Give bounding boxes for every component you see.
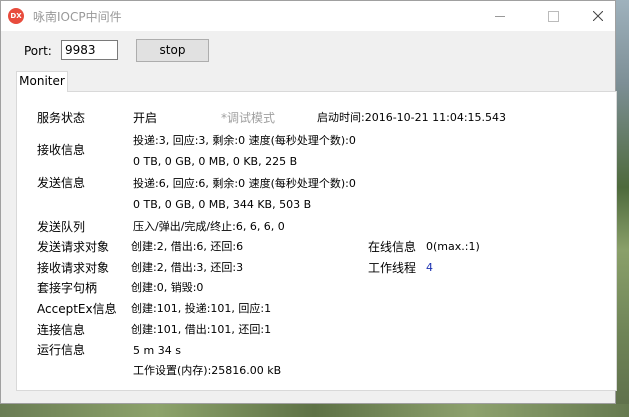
maximize-icon: [548, 11, 559, 22]
minimize-button[interactable]: [477, 1, 523, 31]
service-status-label: 服务状态: [37, 111, 86, 125]
run-info-value: 5 m 34 s: [133, 344, 181, 357]
desktop-background-bottom: [0, 404, 629, 417]
debug-mode-label: *调试模式: [221, 111, 276, 125]
service-status-value: 开启: [133, 111, 158, 125]
app-logo-icon: DX: [8, 8, 24, 24]
port-input[interactable]: [61, 40, 118, 60]
window-title: 咏南IOCP中间件: [33, 10, 122, 24]
online-value: 0(max.:1): [426, 240, 480, 253]
close-button[interactable]: [575, 1, 621, 31]
title-bar[interactable]: DX 咏南IOCP中间件: [1, 1, 615, 31]
send-req-value: 创建:2, 借出:6, 还回:6: [131, 240, 244, 253]
socket-handle-value: 创建:0, 销毁:0: [131, 281, 204, 294]
maximize-button[interactable]: [531, 1, 577, 31]
online-label: 在线信息: [368, 240, 417, 254]
app-window: DX 咏南IOCP中间件 Port: stop Moniter 服务状态 开启 …: [0, 0, 617, 404]
send-info-line2: 0 TB, 0 GB, 0 MB, 344 KB, 503 B: [133, 198, 312, 211]
recv-req-value: 创建:2, 借出:3, 还回:3: [131, 261, 244, 274]
monitor-panel: 服务状态 开启 *调试模式 启动时间:2016-10-21 11:04:15.5…: [16, 91, 617, 391]
acceptex-value: 创建:101, 投递:101, 回应:1: [131, 302, 272, 315]
start-time: 启动时间:2016-10-21 11:04:15.543: [317, 111, 507, 124]
recv-info-line2: 0 TB, 0 GB, 0 MB, 0 KB, 225 B: [133, 155, 298, 168]
minimize-icon: [495, 16, 505, 17]
close-icon: [593, 11, 603, 21]
tab-moniter[interactable]: Moniter: [16, 71, 68, 92]
send-queue-label: 发送队列: [37, 220, 86, 234]
recv-info-line1: 投递:3, 回应:3, 剩余:0 速度(每秒处理个数):0: [133, 134, 356, 147]
run-info-label: 运行信息: [37, 343, 86, 357]
conn-info-label: 连接信息: [37, 323, 86, 337]
socket-handle-label: 套接字句柄: [37, 281, 98, 295]
stop-button[interactable]: stop: [136, 39, 209, 62]
worker-thread-label: 工作线程: [368, 261, 417, 275]
send-queue-value: 压入/弹出/完成/终止:6, 6, 6, 0: [133, 220, 285, 233]
send-info-label: 发送信息: [37, 176, 86, 190]
recv-req-label: 接收请求对象: [37, 261, 110, 275]
workset-memory-value: 工作设置(内存):25816.00 kB: [133, 364, 282, 377]
port-label: Port:: [24, 44, 52, 58]
acceptex-label: AcceptEx信息: [37, 302, 117, 316]
conn-info-value: 创建:101, 借出:101, 还回:1: [131, 323, 272, 336]
send-req-label: 发送请求对象: [37, 240, 110, 254]
worker-thread-value: 4: [426, 261, 433, 274]
recv-info-label: 接收信息: [37, 143, 86, 157]
desktop-background-right: [616, 0, 629, 417]
send-info-line1: 投递:6, 回应:6, 剩余:0 速度(每秒处理个数):0: [133, 177, 356, 190]
